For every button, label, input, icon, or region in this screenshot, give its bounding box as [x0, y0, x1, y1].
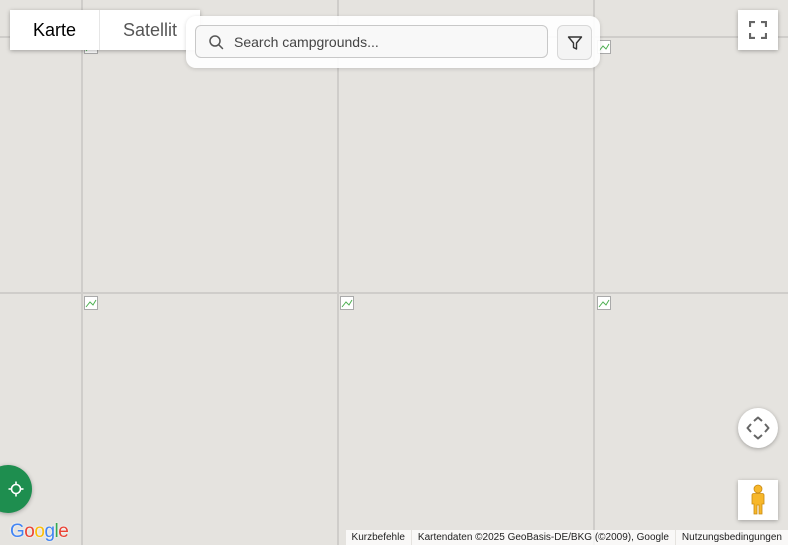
tile-border: [593, 0, 595, 545]
map-attribution: Kurzbefehle Kartendaten ©2025 GeoBasis-D…: [345, 530, 788, 545]
logo-letter: o: [24, 521, 35, 542]
crosshair-icon: [8, 481, 24, 497]
broken-image-icon: [340, 296, 354, 310]
tile-border: [81, 0, 83, 545]
search-panel: [186, 16, 600, 68]
map-type-map-button[interactable]: Karte: [10, 10, 100, 50]
fullscreen-button[interactable]: [738, 10, 778, 50]
logo-letter: g: [44, 521, 55, 542]
street-view-button[interactable]: [738, 480, 778, 520]
logo-letter: e: [58, 521, 69, 542]
map-data-text: Kartendaten ©2025 GeoBasis-DE/BKG (©2009…: [411, 530, 675, 545]
logo-letter: G: [10, 521, 25, 542]
tile-border: [337, 0, 339, 545]
map-type-control: Karte Satellit: [10, 10, 200, 50]
fullscreen-icon: [749, 21, 767, 39]
pegman-icon: [751, 484, 765, 515]
map-canvas[interactable]: [0, 0, 788, 545]
map-type-satellite-button[interactable]: Satellit: [100, 10, 200, 50]
filter-button[interactable]: [557, 25, 592, 60]
tile-border: [0, 292, 788, 294]
move-camera-icon: [746, 416, 770, 440]
broken-image-icon: [84, 296, 98, 310]
terms-link[interactable]: Nutzungsbedingungen: [675, 530, 788, 545]
search-input[interactable]: [232, 32, 526, 51]
camera-control-button[interactable]: [738, 408, 778, 448]
google-logo[interactable]: Google: [10, 521, 69, 543]
keyboard-shortcuts-link[interactable]: Kurzbefehle: [345, 530, 411, 545]
search-field[interactable]: [195, 25, 548, 58]
logo-letter: o: [34, 521, 45, 542]
filter-icon: [567, 35, 582, 50]
search-icon: [209, 34, 224, 49]
broken-image-icon: [597, 296, 611, 310]
